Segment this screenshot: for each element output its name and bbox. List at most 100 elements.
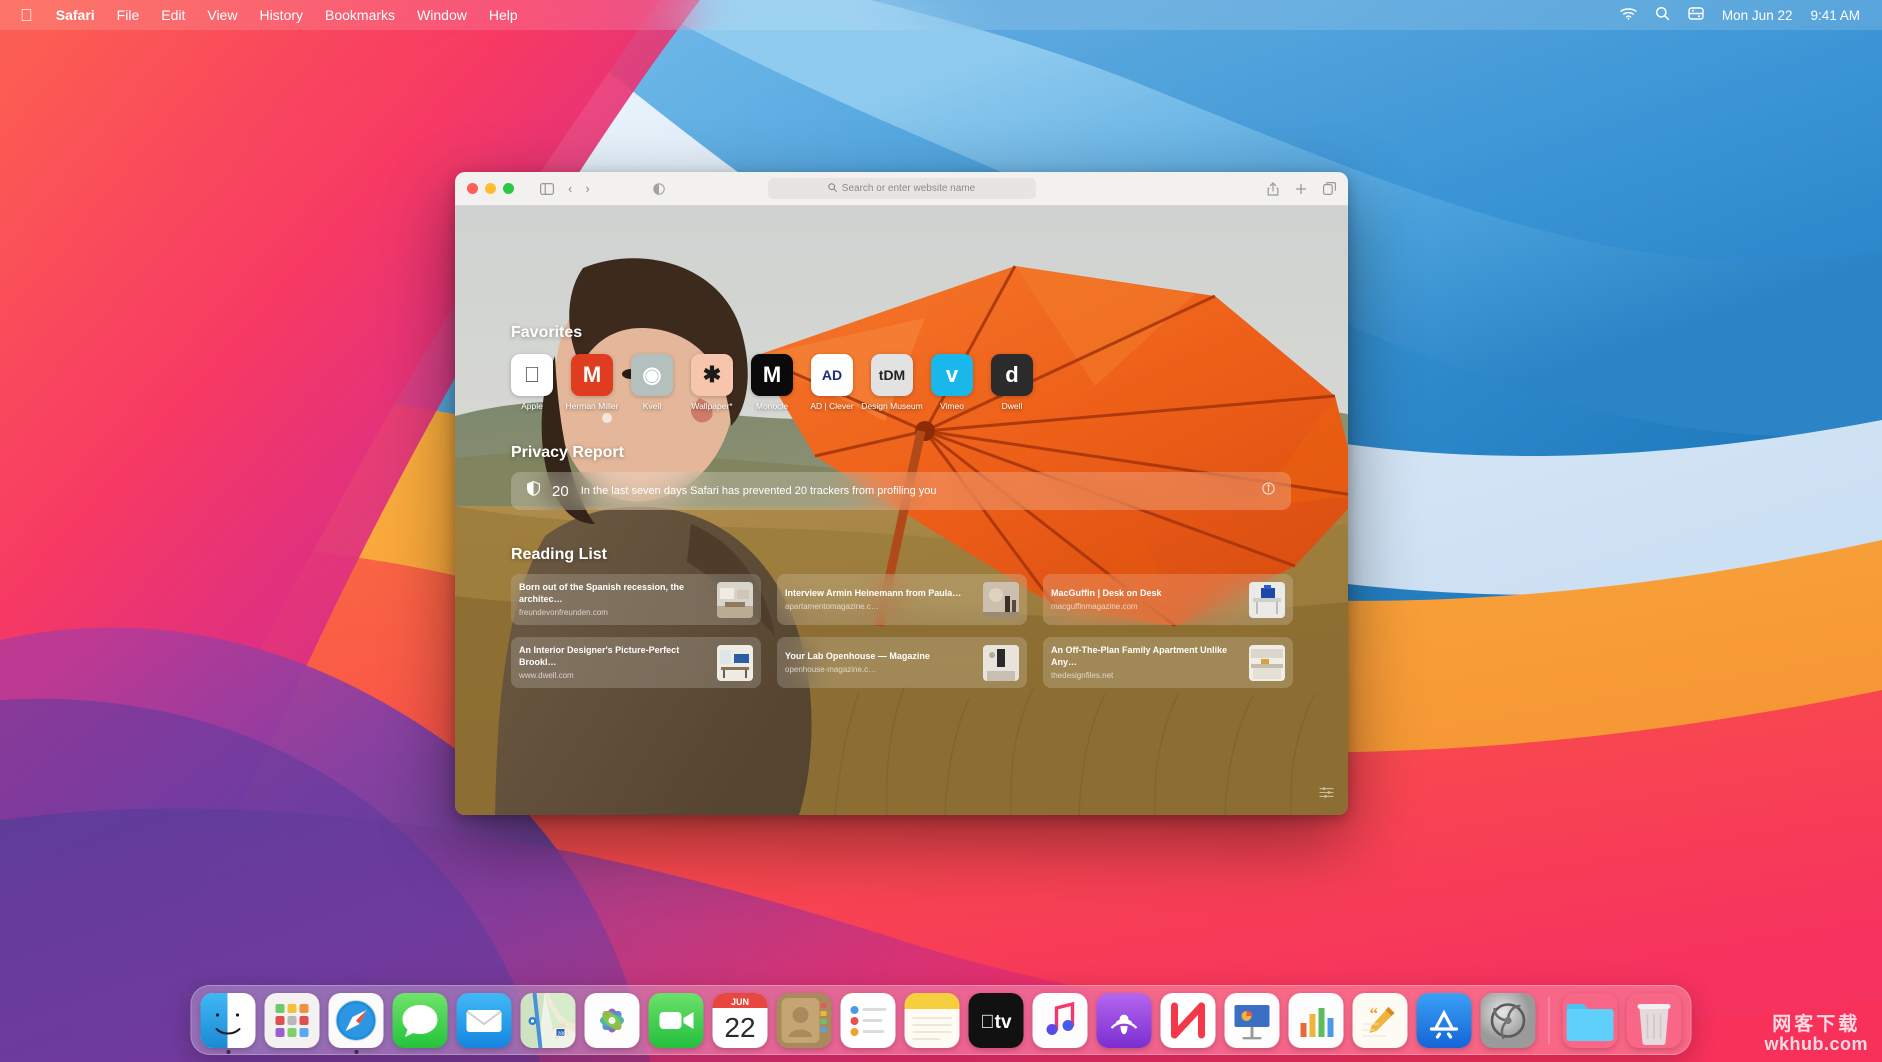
dwell-favicon[interactable]: d <box>991 354 1033 396</box>
monocle-favicon[interactable]: M <box>751 354 793 396</box>
downloads-folder-icon[interactable] <box>1563 993 1618 1048</box>
facetime-icon[interactable] <box>649 993 704 1048</box>
messages-icon[interactable] <box>393 993 448 1048</box>
menu-item-view[interactable]: View <box>196 0 248 30</box>
chevron-left-icon[interactable]: ‹ <box>568 181 572 196</box>
wifi-icon[interactable] <box>1620 7 1637 23</box>
close-button[interactable] <box>467 183 478 194</box>
vimeo-favicon[interactable]: v <box>931 354 973 396</box>
dock-item-appstore[interactable] <box>1417 993 1472 1048</box>
dock-item-system-preferences[interactable] <box>1481 993 1536 1048</box>
safari-window[interactable]: ‹ › Search or enter website name <box>455 172 1348 815</box>
address-search-field[interactable]: Search or enter website name <box>768 178 1036 199</box>
apple-favicon[interactable]:  <box>511 354 553 396</box>
favorite-item[interactable]: dDwell <box>991 354 1033 411</box>
calendar-icon[interactable]: JUN22 <box>713 993 768 1048</box>
dock-divider <box>1549 997 1550 1044</box>
wallpaper-favicon[interactable]: ✱ <box>691 354 733 396</box>
notes-icon[interactable] <box>905 993 960 1048</box>
dock-item-mail[interactable] <box>457 993 512 1048</box>
dock-item-trash[interactable] <box>1627 993 1682 1048</box>
sidebar-toggle-icon[interactable] <box>540 183 554 195</box>
dock-item-photos[interactable] <box>585 993 640 1048</box>
system-preferences-icon[interactable] <box>1481 993 1536 1048</box>
dock-item-calendar[interactable]: JUN22 <box>713 993 768 1048</box>
finder-icon[interactable] <box>201 993 256 1048</box>
menubar-time[interactable]: 9:41 AM <box>1810 8 1860 23</box>
reading-list-item[interactable]: Your Lab Openhouse — Magazineopenhouse-m… <box>777 637 1027 688</box>
appstore-icon[interactable] <box>1417 993 1472 1048</box>
dock-item-keynote[interactable] <box>1225 993 1280 1048</box>
dock-item-finder[interactable] <box>201 993 256 1048</box>
favorite-item[interactable]: ✱Wallpaper* <box>691 354 733 411</box>
favorite-item[interactable]: tDMDesign Museum <box>871 354 913 411</box>
reading-list-item[interactable]: Born out of the Spanish recession, the a… <box>511 574 761 625</box>
dock-item-contacts[interactable] <box>777 993 832 1048</box>
reading-list-item[interactable]: An Off-The-Plan Family Apartment Unlike … <box>1043 637 1293 688</box>
reading-list-item[interactable]: Interview Armin Heinemann from Paula…apa… <box>777 574 1027 625</box>
favorite-item[interactable]: ADAD | Clever <box>811 354 853 411</box>
control-center-icon[interactable] <box>1688 7 1704 23</box>
dock-item-pages[interactable]: “ <box>1353 993 1408 1048</box>
trash-icon[interactable] <box>1627 993 1682 1048</box>
dock-item-downloads-folder[interactable] <box>1563 993 1618 1048</box>
reading-list-item[interactable]: An Interior Designer's Picture-Perfect B… <box>511 637 761 688</box>
dock-item-notes[interactable] <box>905 993 960 1048</box>
mail-icon[interactable] <box>457 993 512 1048</box>
dock-item-numbers[interactable] <box>1289 993 1344 1048</box>
share-icon[interactable] <box>1267 182 1279 196</box>
menubar-date[interactable]: Mon Jun 22 <box>1722 8 1793 23</box>
menu-item-history[interactable]: History <box>248 0 314 30</box>
appletv-icon[interactable]: tv <box>969 993 1024 1048</box>
menu-item-edit[interactable]: Edit <box>150 0 196 30</box>
keynote-icon[interactable] <box>1225 993 1280 1048</box>
music-icon[interactable] <box>1033 993 1088 1048</box>
launchpad-icon[interactable] <box>265 993 320 1048</box>
podcasts-icon[interactable] <box>1097 993 1152 1048</box>
reader-contrast-icon[interactable] <box>653 183 665 195</box>
dock-item-appletv[interactable]: tv <box>969 993 1024 1048</box>
reminders-icon[interactable] <box>841 993 896 1048</box>
info-circle-icon[interactable] <box>1262 482 1275 500</box>
privacy-report-card[interactable]: 20 In the last seven days Safari has pre… <box>511 472 1291 510</box>
chevron-right-icon[interactable]: › <box>585 181 589 196</box>
minimize-button[interactable] <box>485 183 496 194</box>
dock-item-safari[interactable] <box>329 993 384 1048</box>
dock-item-messages[interactable] <box>393 993 448 1048</box>
dock-item-news[interactable] <box>1161 993 1216 1048</box>
apple-logo-icon[interactable]:  <box>20 7 33 24</box>
news-icon[interactable] <box>1161 993 1216 1048</box>
kvell-favicon[interactable]: ◉ <box>631 354 673 396</box>
dock-item-maps[interactable]: 280 <box>521 993 576 1048</box>
favorite-item[interactable]: MHerman Miller <box>571 354 613 411</box>
dock-item-launchpad[interactable] <box>265 993 320 1048</box>
zoom-button[interactable] <box>503 183 514 194</box>
contacts-icon[interactable] <box>777 993 832 1048</box>
menu-item-help[interactable]: Help <box>478 0 529 30</box>
dock-item-podcasts[interactable] <box>1097 993 1152 1048</box>
safari-icon[interactable] <box>329 993 384 1048</box>
dock-item-music[interactable] <box>1033 993 1088 1048</box>
tab-overview-icon[interactable] <box>1323 182 1336 195</box>
herman-miller-favicon[interactable]: M <box>571 354 613 396</box>
maps-icon[interactable]: 280 <box>521 993 576 1048</box>
favorite-item[interactable]: Apple <box>511 354 553 411</box>
ad-clever-favicon[interactable]: AD <box>811 354 853 396</box>
favorite-item[interactable]: MMonocle <box>751 354 793 411</box>
favorite-item[interactable]: vVimeo <box>931 354 973 411</box>
dock-item-reminders[interactable] <box>841 993 896 1048</box>
search-icon[interactable] <box>1655 6 1670 24</box>
menu-item-window[interactable]: Window <box>406 0 478 30</box>
numbers-icon[interactable] <box>1289 993 1344 1048</box>
photos-icon[interactable] <box>585 993 640 1048</box>
pages-icon[interactable]: “ <box>1353 993 1408 1048</box>
reading-list-item[interactable]: MacGuffin | Desk on Deskmacguffinmagazin… <box>1043 574 1293 625</box>
startpage-settings-icon[interactable] <box>1319 785 1334 805</box>
plus-icon[interactable] <box>1295 183 1307 195</box>
menu-item-safari[interactable]: Safari <box>45 0 106 30</box>
design-museum-favicon[interactable]: tDM <box>871 354 913 396</box>
favorite-item[interactable]: ◉Kvell <box>631 354 673 411</box>
dock-item-facetime[interactable] <box>649 993 704 1048</box>
menu-item-file[interactable]: File <box>106 0 151 30</box>
menu-item-bookmarks[interactable]: Bookmarks <box>314 0 406 30</box>
